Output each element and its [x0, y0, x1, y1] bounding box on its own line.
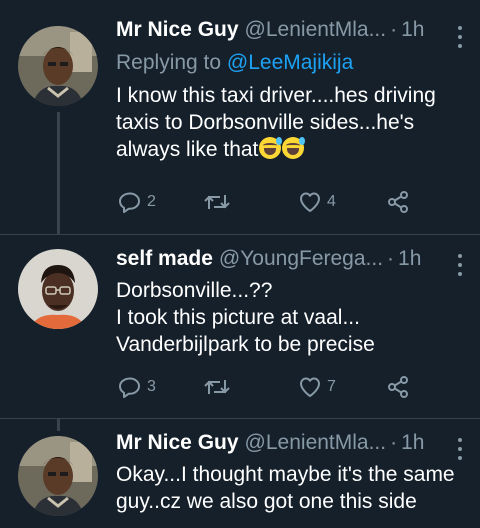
timestamp[interactable]: 1h — [398, 247, 421, 271]
thread-connector — [57, 112, 60, 234]
reply-icon — [119, 192, 140, 213]
tweet-text: Dorbsonville...?? I took this picture at… — [116, 279, 375, 356]
retweet-button[interactable] — [204, 375, 235, 399]
retweet-icon — [204, 380, 230, 394]
avatar[interactable] — [18, 249, 98, 329]
separator-dot: · — [390, 18, 398, 41]
tweet-3[interactable]: Mr Nice Guy @LenientMla... · 1h Okay...I… — [0, 419, 480, 528]
thread-connector — [57, 419, 60, 431]
timestamp[interactable]: 1h — [401, 431, 424, 455]
heart-icon — [300, 192, 320, 212]
username[interactable]: @LenientMla... — [245, 18, 387, 42]
share-icon — [388, 191, 408, 213]
reply-button[interactable]: 2 — [118, 190, 156, 214]
share-button[interactable] — [386, 190, 410, 214]
reply-count: 2 — [147, 193, 156, 210]
share-icon — [388, 376, 408, 398]
retweet-icon — [204, 195, 230, 209]
reply-count: 3 — [147, 378, 156, 395]
share-button[interactable] — [386, 375, 410, 399]
replying-to-label: Replying to — [116, 51, 227, 74]
retweet-button[interactable] — [204, 190, 235, 214]
username[interactable]: @LenientMla... — [245, 431, 387, 455]
tweet-2[interactable]: self made @YoungFerega... · 1h Dorbsonvi… — [0, 235, 480, 418]
mention-link[interactable]: @LeeMajikija — [227, 51, 353, 74]
like-button[interactable]: 7 — [298, 375, 336, 399]
sweat-smile-emoji-icon — [282, 137, 306, 159]
tweet-text: Okay...I thought maybe it's the same guy… — [116, 463, 455, 513]
tweet-text: I know this taxi driver....hes driving t… — [116, 82, 466, 163]
separator-dot: · — [387, 247, 395, 270]
separator-dot: · — [390, 431, 398, 454]
more-options-icon[interactable] — [454, 254, 466, 276]
heart-icon — [300, 377, 320, 397]
tweet-header: Mr Nice Guy @LenientMla... · 1h — [116, 431, 466, 461]
more-options-icon[interactable] — [454, 26, 466, 48]
reply-icon — [119, 377, 140, 398]
like-count: 4 — [327, 193, 336, 210]
tweet-header: Mr Nice Guy @LenientMla... · 1h — [116, 18, 466, 48]
display-name[interactable]: Mr Nice Guy — [116, 431, 239, 455]
tweet-1[interactable]: Mr Nice Guy @LenientMla... · 1h Replying… — [0, 0, 480, 234]
avatar[interactable] — [18, 436, 98, 516]
avatar[interactable] — [18, 26, 98, 106]
like-button[interactable]: 4 — [298, 190, 336, 214]
reply-button[interactable]: 3 — [118, 375, 156, 399]
sweat-smile-emoji-icon — [259, 137, 283, 159]
display-name[interactable]: Mr Nice Guy — [116, 18, 239, 42]
username[interactable]: @YoungFerega... — [219, 247, 383, 271]
timestamp[interactable]: 1h — [401, 18, 424, 42]
more-options-icon[interactable] — [454, 438, 466, 460]
replying-to: Replying to @LeeMajikija — [116, 48, 466, 78]
display-name[interactable]: self made — [116, 247, 213, 271]
like-count: 7 — [327, 378, 336, 395]
tweet-header: self made @YoungFerega... · 1h — [116, 247, 466, 277]
